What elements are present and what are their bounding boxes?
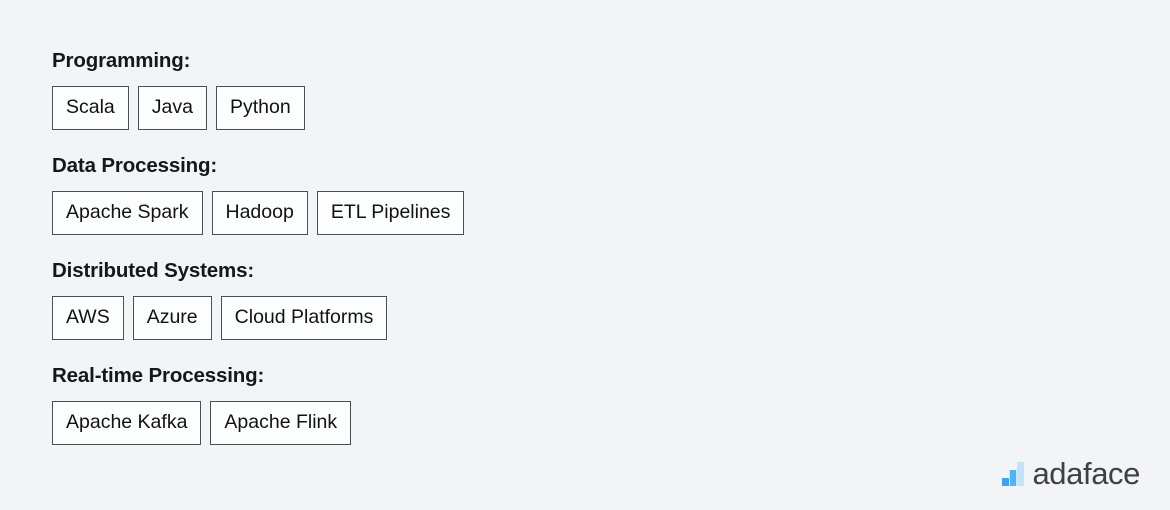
- skill-group-heading: Distributed Systems:: [52, 259, 255, 283]
- skill-group-heading: Data Processing:: [52, 154, 218, 178]
- skill-tag: Apache Flink: [210, 400, 352, 446]
- page-canvas: Programming: Scala Java Python Data Proc…: [0, 0, 1170, 510]
- skill-group-heading: Real-time Processing:: [52, 364, 265, 388]
- skill-tag: Cloud Platforms: [220, 295, 388, 341]
- skill-tag-row: Scala Java Python: [52, 85, 1052, 131]
- skill-tag: Apache Kafka: [52, 400, 202, 446]
- skill-group: Distributed Systems: AWS Azure Cloud Pla…: [52, 259, 1052, 341]
- skill-tag: Java: [137, 85, 207, 131]
- skill-tag: Python: [215, 85, 305, 131]
- bar-chart-logo-icon: [1002, 462, 1025, 486]
- skills-list: Programming: Scala Java Python Data Proc…: [52, 49, 1052, 446]
- skill-tag: Scala: [52, 85, 129, 131]
- skill-tag: Apache Spark: [52, 190, 203, 236]
- brand-name: adaface: [1032, 455, 1140, 491]
- skill-group-heading: Programming:: [52, 49, 191, 72]
- skill-tag-row: Apache Spark Hadoop ETL Pipelines: [52, 190, 1052, 236]
- skill-tag: ETL Pipelines: [316, 190, 465, 236]
- skill-group: Programming: Scala Java Python: [52, 49, 1052, 131]
- skill-tag-row: AWS Azure Cloud Platforms: [52, 295, 1052, 341]
- skill-tag: AWS: [52, 295, 124, 341]
- skill-group: Real-time Processing: Apache Kafka Apach…: [52, 364, 1052, 446]
- skill-tag: Hadoop: [211, 190, 308, 236]
- skill-group: Data Processing: Apache Spark Hadoop ETL…: [52, 154, 1052, 236]
- skill-tag: Azure: [132, 295, 212, 341]
- skill-tag-row: Apache Kafka Apache Flink: [52, 400, 1052, 446]
- adaface-logo: adaface: [1002, 455, 1140, 491]
